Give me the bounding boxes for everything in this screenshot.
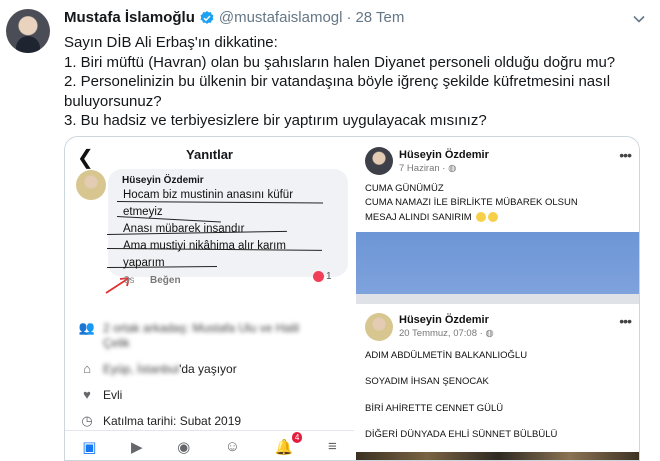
post-author-name: Hüseyin Özdemir bbox=[399, 314, 489, 326]
commenter-name: Hüseyin Özdemir bbox=[122, 175, 204, 186]
tweet: Mustafa İslamoğlu @mustafaislamogl · 28 … bbox=[0, 0, 660, 461]
location-blurred: Eyüp, İstanbul bbox=[103, 361, 180, 376]
clock-icon: ◷ bbox=[81, 413, 93, 428]
home-location-icon: ⌂ bbox=[83, 361, 91, 376]
post-date-text: 20 Temmuz, 07:08 · bbox=[399, 328, 486, 339]
replies-title: Yanıtlar bbox=[186, 147, 233, 162]
comment-time: 9s bbox=[124, 275, 135, 286]
profile-icon[interactable]: ◉ bbox=[177, 438, 190, 456]
chevron-down-icon[interactable] bbox=[632, 12, 646, 26]
post-line: BİRİ AHİRETTE CENNET GÜLÜ bbox=[365, 403, 504, 414]
avatar[interactable] bbox=[6, 9, 50, 53]
tweet-line: 1. Biri müftü (Havran) olan bu şahısları… bbox=[64, 53, 616, 71]
tweet-date[interactable]: 28 Tem bbox=[355, 9, 404, 26]
mutual-friends-row-cont: Çelik bbox=[103, 336, 130, 350]
joined-row: ◷ Katılma tarihi: Subat 2019 bbox=[77, 413, 241, 429]
more-icon[interactable]: ••• bbox=[619, 313, 632, 329]
post-line-emoji: MESAJ ALINDI SANIRIM bbox=[365, 212, 499, 223]
mutual-friends-text-cont: Çelik bbox=[103, 336, 130, 350]
post-line: ADIM ABDÜLMETİN BALKANLIOĞLU bbox=[365, 350, 528, 361]
reaction-count-label: 1 bbox=[326, 271, 332, 283]
post-author-name: Hüseyin Özdemir bbox=[399, 149, 489, 161]
post-date: 20 Temmuz, 07:08 · ◍ bbox=[399, 328, 494, 339]
relationship-row: ♥ Evli bbox=[77, 387, 122, 402]
more-icon[interactable]: ••• bbox=[619, 147, 632, 163]
reaction-count[interactable]: 1 bbox=[313, 271, 332, 282]
smile-emoji-icon bbox=[488, 212, 499, 223]
tweet-header: Mustafa İslamoğlu @mustafaislamogl · 28 … bbox=[64, 9, 404, 26]
joined-text: Katılma tarihi: Subat 2019 bbox=[103, 414, 242, 428]
bottom-nav: ▣ ▶ ◉ ☺ 🔔 4 ≡ bbox=[65, 430, 354, 460]
heart-icon bbox=[313, 271, 324, 282]
notification-badge: 4 bbox=[291, 431, 303, 443]
post-line: CUMA NAMAZI İLE BİRLİKTE MÜBAREK OLSUN bbox=[365, 197, 578, 208]
post-line: MESAJ ALINDI SANIRIM bbox=[365, 212, 472, 223]
post-date: 7 Haziran · ◍ bbox=[399, 163, 456, 174]
verified-badge-icon bbox=[200, 10, 214, 24]
tweet-line: 2. Personelinizin bu ülkenin bir vatanda… bbox=[64, 73, 611, 110]
post-image[interactable] bbox=[356, 232, 639, 294]
tweet-text: Sayın DİB Ali Erbaş'ın dikkatine: 1. Bir… bbox=[64, 33, 649, 131]
comment-line: Hocam biz mustinin anasını küfür bbox=[123, 189, 294, 201]
post-line: SOYADIM İHSAN ŞENOCAK bbox=[365, 376, 489, 387]
tweet-line: 3. Bu hadsiz ve terbiyesizlere bir yaptı… bbox=[64, 112, 487, 130]
post-date-text: 7 Haziran · bbox=[399, 163, 449, 174]
tweet-line: Sayın DİB Ali Erbaş'ın dikkatine: bbox=[64, 34, 278, 51]
commenter-avatar bbox=[76, 170, 106, 200]
globe-icon: ◍ bbox=[485, 328, 494, 339]
post-author-avatar bbox=[365, 147, 393, 175]
post-line: CUMA GÜNÜMÜZ bbox=[365, 183, 444, 194]
post-line: DİĞERİ DÜNYADA EHLİ SÜNNET BÜLBÜLÜ bbox=[365, 429, 558, 440]
location-row: ⌂ Eyüp, İstanbul'da yaşıyor bbox=[77, 361, 237, 376]
mutual-friends-text: 2 ortak arkadaş: Mustafa Ulu ve Halil bbox=[103, 321, 300, 335]
comment-screenshot[interactable]: ❮ Yanıtlar Hüseyin Özdemir Hocam biz mus… bbox=[65, 137, 354, 460]
mutual-friends-row: 👥 2 ortak arkadaş: Mustafa Ulu ve Halil bbox=[77, 320, 299, 336]
tweet-media[interactable]: ❮ Yanıtlar Hüseyin Özdemir Hocam biz mus… bbox=[64, 136, 640, 461]
author-name[interactable]: Mustafa İslamoğlu bbox=[64, 9, 195, 26]
post-image-strip bbox=[356, 452, 639, 460]
home-icon[interactable]: ▣ bbox=[82, 438, 96, 456]
groups-icon[interactable]: ☺ bbox=[225, 438, 240, 455]
smile-emoji-icon bbox=[476, 212, 487, 223]
posts-screenshot[interactable]: Hüseyin Özdemir 7 Haziran · ◍ ••• CUMA G… bbox=[356, 137, 639, 460]
relationship-text: Evli bbox=[103, 387, 123, 402]
location-suffix: 'da yaşıyor bbox=[179, 361, 237, 376]
separator: · bbox=[346, 9, 352, 26]
heart-icon: ♥ bbox=[83, 387, 91, 402]
notifications-icon[interactable]: 🔔 4 bbox=[275, 431, 303, 456]
like-button[interactable]: Beğen bbox=[150, 275, 181, 286]
author-handle[interactable]: @mustafaislamogl bbox=[219, 9, 343, 26]
post-author-avatar bbox=[365, 313, 393, 341]
globe-icon: ◍ bbox=[448, 163, 457, 174]
menu-icon[interactable]: ≡ bbox=[328, 438, 337, 455]
watch-icon[interactable]: ▶ bbox=[131, 438, 143, 456]
post-divider bbox=[356, 294, 639, 304]
friends-icon: 👥 bbox=[78, 320, 96, 335]
